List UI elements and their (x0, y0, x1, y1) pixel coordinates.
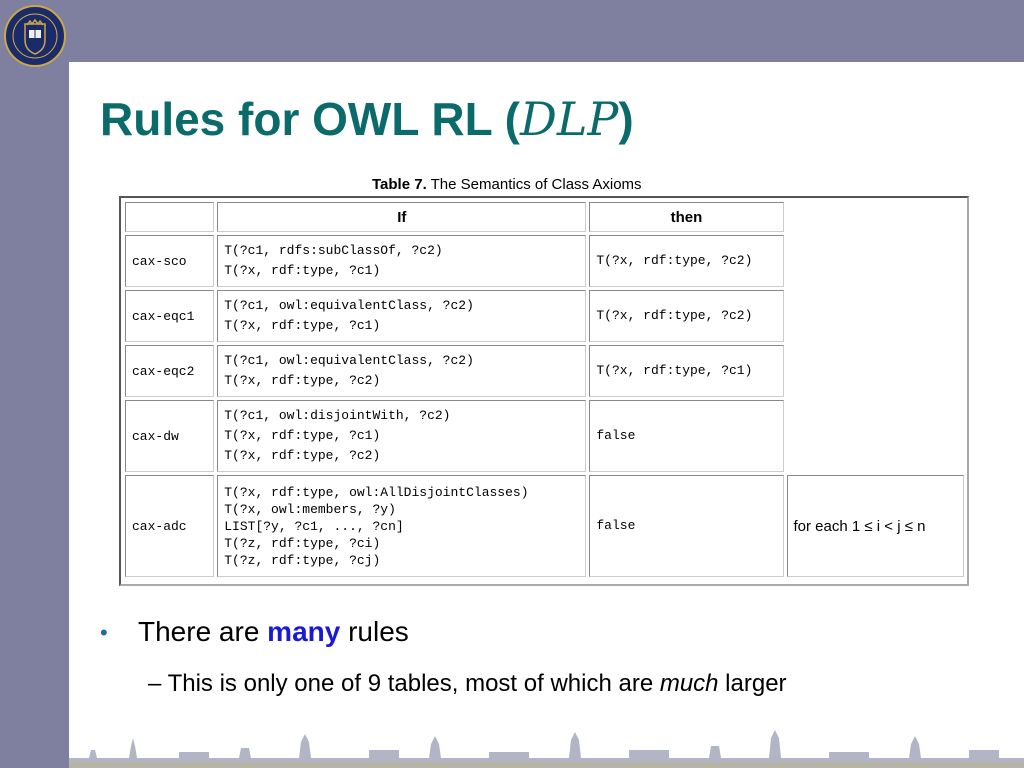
rule-condition: for each 1 ≤ i < j ≤ n (786, 475, 964, 577)
rule-name: cax-adc (125, 475, 215, 577)
rule-if: T(?c1, owl:equivalentClass, ?c2) T(?x, rd… (217, 290, 587, 342)
rule-name: cax-eqc1 (125, 290, 215, 342)
if-line: T(?x, rdf:type, ?c1) (224, 318, 381, 333)
if-line: T(?x, rdf:type, ?c2) (224, 373, 381, 388)
if-line: T(?c1, owl:equivalentClass, ?c2) (224, 353, 474, 368)
bullet-text-pre: There are (138, 616, 268, 647)
slide-title: Rules for OWL RL (DLP) (100, 92, 634, 146)
title-close: ) (618, 93, 634, 145)
rule-if: T(?x, rdf:type, owl:AllDisjointClasses) T… (217, 475, 587, 577)
if-line: T(?c1, owl:disjointWith, ?c2) (224, 408, 451, 423)
sub-bullet-pre: This is only one of 9 tables, most of wh… (167, 670, 660, 697)
rule-then: T(?x, rdf:type, ?c2) (589, 290, 784, 342)
rule-name: cax-sco (125, 235, 215, 287)
rule-if: T(?c1, owl:disjointWith, ?c2) T(?x, rdf:t… (217, 400, 587, 472)
rule-name: cax-eqc2 (125, 345, 215, 397)
table-caption: Table 7. The Semantics of Class Axioms (372, 176, 642, 193)
bullet-text: There are many rules (138, 616, 409, 648)
if-line: T(?x, rdf:type, owl:AllDisjointClasses) (224, 484, 529, 500)
header-if: If (217, 202, 587, 232)
semantics-table: If then cax-sco T(?c1, rdfs:subClassOf, … (122, 199, 967, 580)
if-line: T(?x, rdf:type, ?c1) (224, 428, 381, 443)
sub-bullet-post: larger (718, 670, 787, 697)
title-main: Rules for OWL RL ( (100, 93, 520, 145)
semantics-table-frame: If then cax-sco T(?c1, rdfs:subClassOf, … (119, 196, 969, 586)
blank-cell (787, 290, 965, 342)
table-row: cax-eqc2 T(?c1, owl:equivalentClass, ?c2… (125, 345, 964, 397)
if-line: T(?z, rdf:type, ?cj) (224, 552, 381, 568)
blank-cell (787, 400, 965, 472)
bullet-emphasis: many (267, 616, 341, 647)
bullet-text-post: rules (340, 616, 409, 647)
bullet-dot-icon: • (100, 620, 108, 645)
rule-then: T(?x, rdf:type, ?c2) (589, 235, 784, 287)
table-row: cax-eqc1 T(?c1, owl:equivalentClass, ?c2… (125, 290, 964, 342)
rule-if: T(?c1, owl:equivalentClass, ?c2) T(?x, rd… (217, 345, 587, 397)
sub-bullet-item: – This is only one of 9 tables, most of … (148, 670, 787, 698)
if-line: T(?c1, owl:equivalentClass, ?c2) (224, 298, 474, 313)
title-acronym: DLP (519, 92, 619, 146)
university-crest-icon (4, 5, 66, 67)
rule-name: cax-dw (125, 400, 215, 472)
table-row: cax-sco T(?c1, rdfs:subClassOf, ?c2) T(?x… (125, 235, 964, 287)
rule-if: T(?c1, rdfs:subClassOf, ?c2) T(?x, rdf:ty… (217, 235, 587, 287)
blank-cell (787, 345, 965, 397)
rule-then: false (589, 400, 784, 472)
table-row: cax-adc T(?x, rdf:type, owl:AllDisjointC… (125, 475, 964, 577)
if-line: T(?x, owl:members, ?y) (224, 501, 396, 517)
sub-bullet-dash: – (148, 670, 162, 697)
if-line: T(?x, rdf:type, ?c2) (224, 448, 381, 463)
sub-bullet-emphasis: much (659, 670, 719, 697)
rule-then: false (589, 475, 784, 577)
if-line: T(?c1, rdfs:subClassOf, ?c2) (224, 243, 443, 258)
header-empty-cell (125, 202, 215, 232)
blank-cell (787, 235, 965, 287)
city-skyline-decoration (69, 730, 1024, 768)
caption-label: Table 7. (372, 176, 427, 193)
if-line: LIST[?y, ?c1, ..., ?cn] (224, 518, 404, 534)
header-then: then (589, 202, 784, 232)
rule-then: T(?x, rdf:type, ?c1) (589, 345, 784, 397)
if-line: T(?z, rdf:type, ?ci) (224, 535, 381, 551)
table-row: cax-dw T(?c1, owl:disjointWith, ?c2) T(?x… (125, 400, 964, 472)
caption-text: The Semantics of Class Axioms (426, 176, 642, 193)
header-row: If then (125, 202, 964, 232)
header-blank (787, 202, 965, 232)
if-line: T(?x, rdf:type, ?c1) (224, 263, 381, 278)
